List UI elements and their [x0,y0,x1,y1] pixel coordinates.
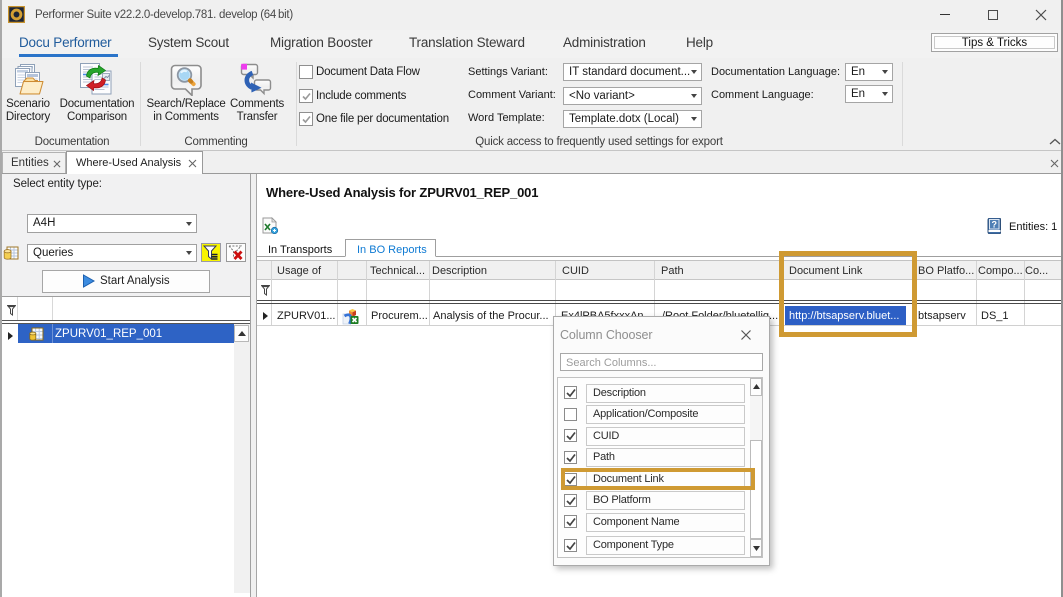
svg-text:?: ? [991,220,997,230]
